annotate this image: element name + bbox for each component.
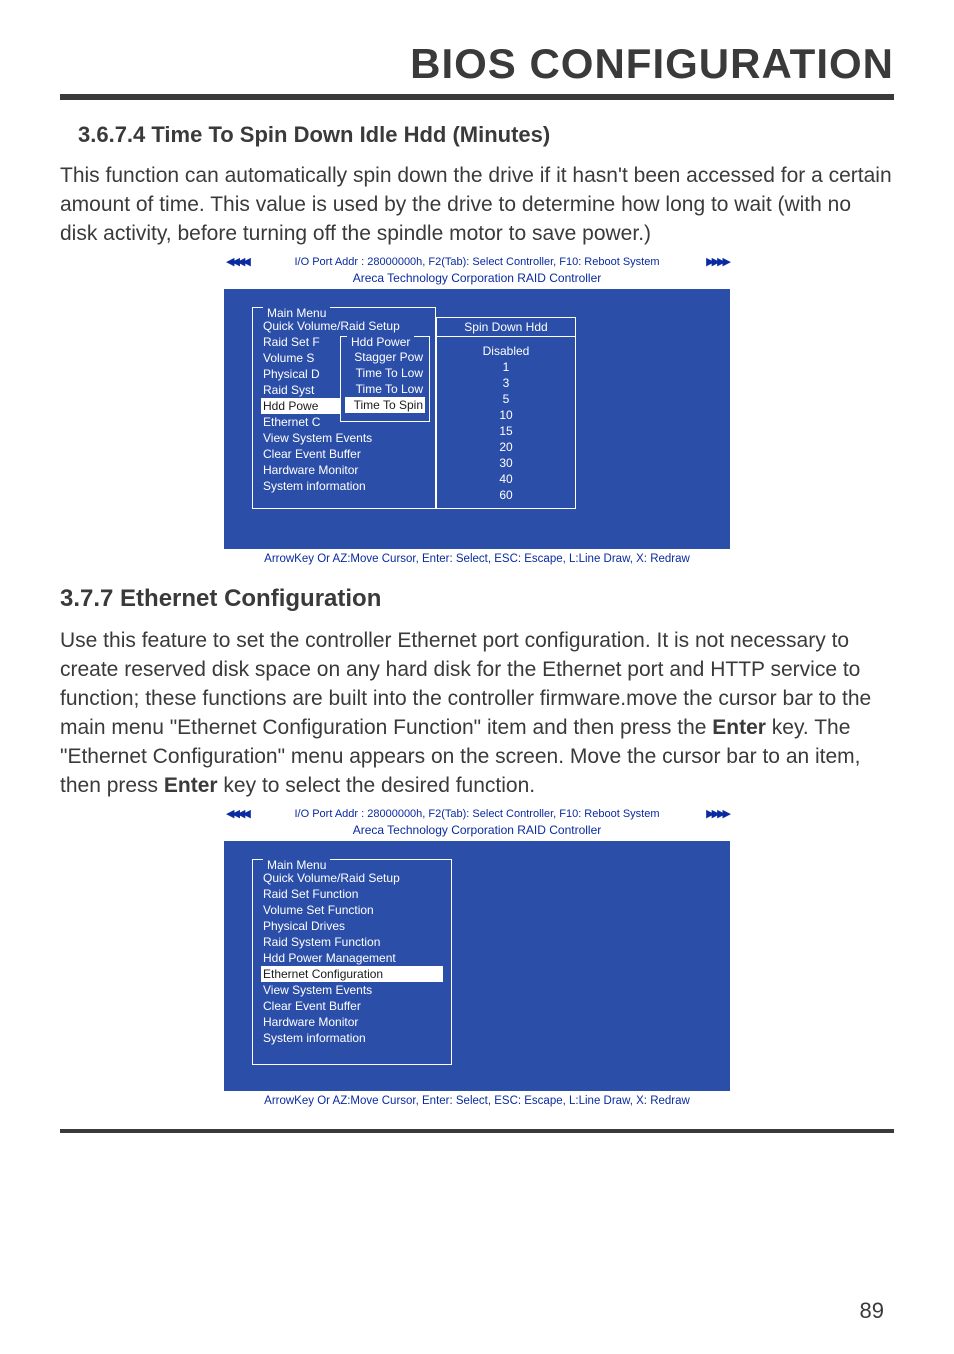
option: 40 (437, 471, 575, 487)
bottom-rule (60, 1129, 894, 1133)
option: 1 (437, 359, 575, 375)
menu-item: Quick Volume/Raid Setup (263, 870, 441, 886)
bios-top-status: ◀◀◀◀ I/O Port Addr : 28000000h, F2(Tab):… (224, 255, 730, 269)
menu-item: Raid System Function (263, 934, 441, 950)
menu-item: View System Events (263, 982, 441, 998)
bios-corp-line-2: Areca Technology Corporation RAID Contro… (224, 821, 730, 841)
menu-item: Hardware Monitor (263, 1014, 441, 1030)
sub-item-selected: Time To Spin (345, 397, 425, 413)
spin-down-title: Spin Down Hdd (437, 318, 575, 337)
option: Disabled (437, 343, 575, 359)
arrow-left-icon: ◀◀◀◀ (226, 255, 248, 268)
section-3-7-7-title: 3.7.7 Ethernet Configuration (60, 585, 894, 613)
section-3-6-7-4-paragraph: This function can automatically spin dow… (60, 162, 894, 249)
arrow-right-icon: ▶▶▶▶ (706, 255, 728, 268)
menu-item: System information (263, 1030, 441, 1046)
menu-item: Physical Drives (263, 918, 441, 934)
section-3-7-7-paragraph: Use this feature to set the controller E… (60, 627, 894, 801)
option: 30 (437, 455, 575, 471)
option: 60 (437, 487, 575, 503)
bios-top-status-2: ◀◀◀◀ I/O Port Addr : 28000000h, F2(Tab):… (224, 807, 730, 821)
menu-item: Clear Event Buffer (263, 998, 441, 1014)
enter-key-1: Enter (712, 716, 766, 739)
menu-item: Quick Volume/Raid Setup (263, 318, 425, 334)
bios-top-status-text: I/O Port Addr : 28000000h, F2(Tab): Sele… (294, 256, 659, 268)
hdd-power-window: Hdd Power Stagger Pow Time To Low Time T… (340, 336, 430, 422)
menu-item: View System Events (263, 430, 425, 446)
hdd-power-title: Hdd Power (347, 335, 414, 349)
spin-down-popup: Spin Down Hdd Disabled 1 3 5 10 15 20 30… (436, 317, 576, 509)
bios-help-line: ArrowKey Or AZ:Move Cursor, Enter: Selec… (224, 549, 730, 569)
sub-item: Stagger Pow (347, 349, 423, 365)
sub-item: Time To Low (347, 365, 423, 381)
bios-screenshot-spin-down: ◀◀◀◀ I/O Port Addr : 28000000h, F2(Tab):… (224, 255, 730, 569)
option: 5 (437, 391, 575, 407)
option: 20 (437, 439, 575, 455)
sub-item: Time To Low (347, 381, 423, 397)
page-number: 89 (860, 1298, 884, 1324)
arrow-left-icon: ◀◀◀◀ (226, 807, 248, 820)
main-menu-window-2: Main Menu Quick Volume/Raid Setup Raid S… (252, 859, 452, 1065)
para-text-c: key to select the desired function. (218, 774, 536, 797)
menu-item: Clear Event Buffer (263, 446, 425, 462)
menu-item: Volume Set Function (263, 902, 441, 918)
arrow-right-icon: ▶▶▶▶ (706, 807, 728, 820)
bios-help-line-2: ArrowKey Or AZ:Move Cursor, Enter: Selec… (224, 1091, 730, 1111)
bios-corp-line: Areca Technology Corporation RAID Contro… (224, 269, 730, 289)
section-3-6-7-4-title: 3.6.7.4 Time To Spin Down Idle Hdd (Minu… (78, 122, 894, 148)
main-menu-title-2: Main Menu (263, 858, 330, 872)
menu-item: Hardware Monitor (263, 462, 425, 478)
menu-item-selected: Ethernet Configuration (261, 966, 443, 982)
menu-item: Hdd Power Management (263, 950, 441, 966)
option: 15 (437, 423, 575, 439)
enter-key-2: Enter (164, 774, 218, 797)
option: 3 (437, 375, 575, 391)
page-header: BIOS CONFIGURATION (60, 40, 894, 100)
bios-top-status-text-2: I/O Port Addr : 28000000h, F2(Tab): Sele… (294, 808, 659, 820)
main-menu-title: Main Menu (263, 306, 330, 320)
option: 10 (437, 407, 575, 423)
menu-item: Raid Set Function (263, 886, 441, 902)
bios-screenshot-ethernet: ◀◀◀◀ I/O Port Addr : 28000000h, F2(Tab):… (224, 807, 730, 1111)
menu-item: System information (263, 478, 425, 494)
